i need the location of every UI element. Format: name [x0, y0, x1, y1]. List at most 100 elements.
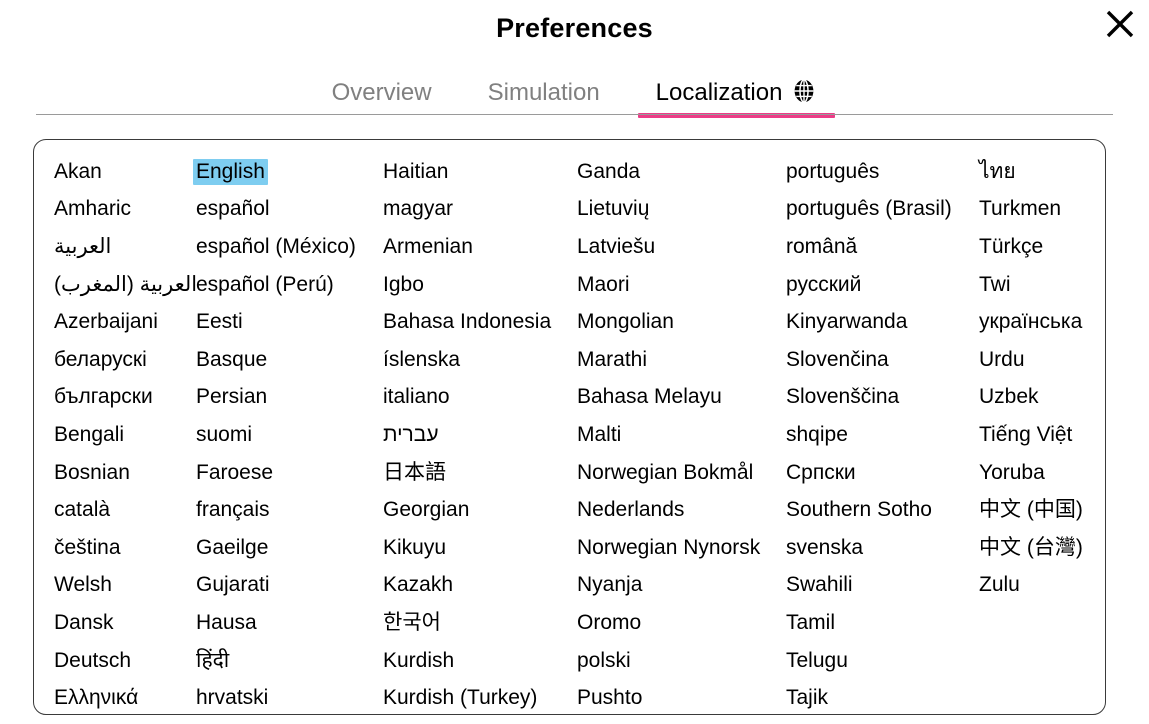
list-item[interactable]: български — [51, 379, 193, 417]
list-item[interactable]: español (México) — [193, 228, 380, 266]
list-item[interactable]: Pushto — [574, 679, 783, 714]
list-item[interactable]: Lietuvių — [574, 191, 783, 229]
language-label: suomi — [196, 422, 253, 446]
list-item[interactable]: עברית — [380, 416, 574, 454]
list-item[interactable]: Türkçe — [976, 228, 1105, 266]
list-item[interactable]: Kikuyu — [380, 529, 574, 567]
list-item[interactable]: español (Perú) — [193, 266, 380, 304]
list-item[interactable]: Mongolian — [574, 303, 783, 341]
dialog-header: Preferences — [0, 0, 1149, 58]
list-item[interactable]: العربية — [51, 228, 193, 266]
list-item[interactable]: Ελληνικά — [51, 679, 193, 714]
list-item[interactable]: Faroese — [193, 454, 380, 492]
list-item[interactable]: hrvatski — [193, 679, 380, 714]
list-item[interactable]: العربية (المغرب) — [51, 266, 197, 304]
list-item[interactable]: Bengali — [51, 416, 193, 454]
list-item[interactable]: Uzbek — [976, 379, 1105, 417]
list-item[interactable]: Maori — [574, 266, 783, 304]
list-item[interactable]: Tajik — [783, 679, 976, 714]
list-item[interactable]: Armenian — [380, 228, 574, 266]
close-button[interactable] — [1097, 2, 1143, 46]
list-item[interactable]: Slovenščina — [783, 379, 976, 417]
list-item[interactable]: Kazakh — [380, 567, 574, 605]
list-item[interactable]: Zulu — [976, 567, 1105, 605]
list-item[interactable]: Swahili — [783, 567, 976, 605]
list-item[interactable]: íslenska — [380, 341, 574, 379]
list-item[interactable]: Ganda — [574, 153, 783, 191]
tab-localization[interactable]: Localization — [628, 78, 846, 118]
list-item[interactable]: Twi — [976, 266, 1105, 304]
list-item[interactable]: Tamil — [783, 604, 976, 642]
language-label: Deutsch — [54, 648, 132, 672]
tab-simulation[interactable]: Simulation — [460, 81, 628, 115]
language-label: Nyanja — [577, 573, 643, 597]
list-item[interactable]: Latviešu — [574, 228, 783, 266]
list-item[interactable]: português — [783, 153, 976, 191]
language-label: Bengali — [54, 422, 125, 446]
list-item[interactable]: română — [783, 228, 976, 266]
language-label: Azerbaijani — [54, 310, 158, 334]
list-item[interactable]: 中文 (台灣) — [976, 529, 1105, 567]
list-item[interactable]: Welsh — [51, 567, 193, 605]
list-item[interactable]: українська — [976, 303, 1105, 341]
list-item[interactable]: Urdu — [976, 341, 1105, 379]
list-item[interactable]: català — [51, 491, 193, 529]
list-item[interactable]: Basque — [193, 341, 380, 379]
list-item[interactable]: 中文 (中国) — [976, 491, 1105, 529]
list-item[interactable]: Telugu — [783, 642, 976, 680]
list-item[interactable]: Malti — [574, 416, 783, 454]
list-item[interactable]: ไทย — [976, 153, 1105, 191]
list-item[interactable]: Hausa — [193, 604, 380, 642]
list-item[interactable]: Oromo — [574, 604, 783, 642]
list-item[interactable]: Yoruba — [976, 454, 1105, 492]
list-item[interactable]: Kurdish (Turkey) — [380, 679, 574, 714]
list-item[interactable]: Norwegian Bokmål — [574, 454, 783, 492]
list-item[interactable]: Turkmen — [976, 191, 1105, 229]
list-item[interactable]: Slovenčina — [783, 341, 976, 379]
list-item[interactable]: Kinyarwanda — [783, 303, 976, 341]
list-item[interactable]: español — [193, 191, 380, 229]
language-label: català — [54, 498, 111, 522]
list-item[interactable]: Српски — [783, 454, 976, 492]
list-item[interactable]: Eesti — [193, 303, 380, 341]
list-item[interactable]: français — [193, 491, 380, 529]
list-item[interactable]: Tiếng Việt — [976, 416, 1105, 454]
list-item[interactable]: Akan — [51, 153, 193, 191]
list-item[interactable]: suomi — [193, 416, 380, 454]
list-item[interactable]: Gaeilge — [193, 529, 380, 567]
list-item[interactable]: Igbo — [380, 266, 574, 304]
list-item[interactable]: Gujarati — [193, 567, 380, 605]
list-item[interactable]: magyar — [380, 191, 574, 229]
list-item[interactable]: shqipe — [783, 416, 976, 454]
list-item[interactable]: Azerbaijani — [51, 303, 193, 341]
list-item[interactable]: Nyanja — [574, 567, 783, 605]
list-item[interactable]: čeština — [51, 529, 193, 567]
list-item[interactable]: Bahasa Indonesia — [380, 303, 574, 341]
list-item[interactable]: 한국어 — [380, 604, 574, 642]
list-item[interactable]: Bosnian — [51, 454, 193, 492]
list-item[interactable]: Nederlands — [574, 491, 783, 529]
list-item[interactable]: हिंदी — [193, 642, 380, 680]
list-item[interactable]: italiano — [380, 379, 574, 417]
list-item[interactable]: 日本語 — [380, 454, 574, 492]
list-item[interactable]: Southern Sotho — [783, 491, 976, 529]
language-label: Gaeilge — [196, 535, 269, 559]
list-item[interactable]: Haitian — [380, 153, 574, 191]
language-label: Bosnian — [54, 460, 130, 484]
list-item[interactable]: English — [193, 153, 380, 191]
list-item[interactable]: Georgian — [380, 491, 574, 529]
list-item[interactable]: polski — [574, 642, 783, 680]
list-item[interactable]: Persian — [193, 379, 380, 417]
list-item[interactable]: svenska — [783, 529, 976, 567]
list-item[interactable]: Amharic — [51, 191, 193, 229]
tab-overview[interactable]: Overview — [304, 81, 460, 115]
list-item[interactable]: Kurdish — [380, 642, 574, 680]
list-item[interactable]: русский — [783, 266, 976, 304]
list-item[interactable]: português (Brasil) — [783, 191, 976, 229]
list-item[interactable]: беларускі — [51, 341, 193, 379]
list-item[interactable]: Norwegian Nynorsk — [574, 529, 783, 567]
list-item[interactable]: Marathi — [574, 341, 783, 379]
list-item[interactable]: Deutsch — [51, 642, 193, 680]
list-item[interactable]: Bahasa Melayu — [574, 379, 783, 417]
list-item[interactable]: Dansk — [51, 604, 193, 642]
